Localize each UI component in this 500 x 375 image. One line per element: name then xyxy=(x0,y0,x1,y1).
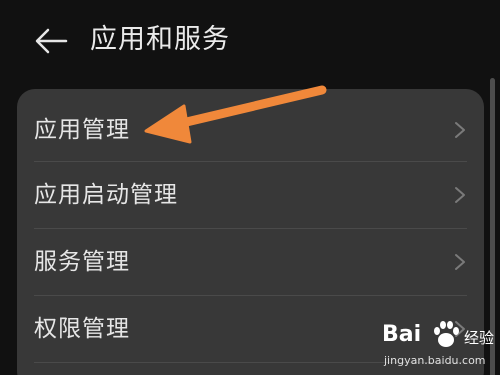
chevron-right-icon xyxy=(455,122,465,138)
watermark-url: jingyan.baidu.com xyxy=(384,354,486,367)
chevron-right-icon xyxy=(455,187,465,203)
menu-item-app-management[interactable]: 应用管理 xyxy=(17,97,484,163)
watermark-brand: Bai xyxy=(382,322,422,347)
menu-item-label: 权限管理 xyxy=(34,316,130,342)
watermark-jingyan: 经验 xyxy=(464,329,495,347)
page-title: 应用和服务 xyxy=(90,24,230,55)
back-button[interactable] xyxy=(30,22,72,60)
settings-screen: 应用和服务 应用管理 应用启动管理 服务管理 权限管理 Bai 经验 jingy… xyxy=(0,0,500,375)
header: 应用和服务 xyxy=(0,0,500,82)
baidu-jingyan-watermark: Bai 经验 jingyan.baidu.com xyxy=(380,318,498,374)
arrow-left-icon xyxy=(35,28,68,54)
menu-item-app-launch-management[interactable]: 应用启动管理 xyxy=(17,162,484,228)
menu-item-label: 应用启动管理 xyxy=(34,182,178,208)
menu-item-label: 应用管理 xyxy=(34,117,130,143)
menu-item-label: 服务管理 xyxy=(34,249,130,275)
paw-icon xyxy=(434,321,459,347)
menu-item-service-management[interactable]: 服务管理 xyxy=(17,229,484,295)
chevron-right-icon xyxy=(455,254,465,270)
